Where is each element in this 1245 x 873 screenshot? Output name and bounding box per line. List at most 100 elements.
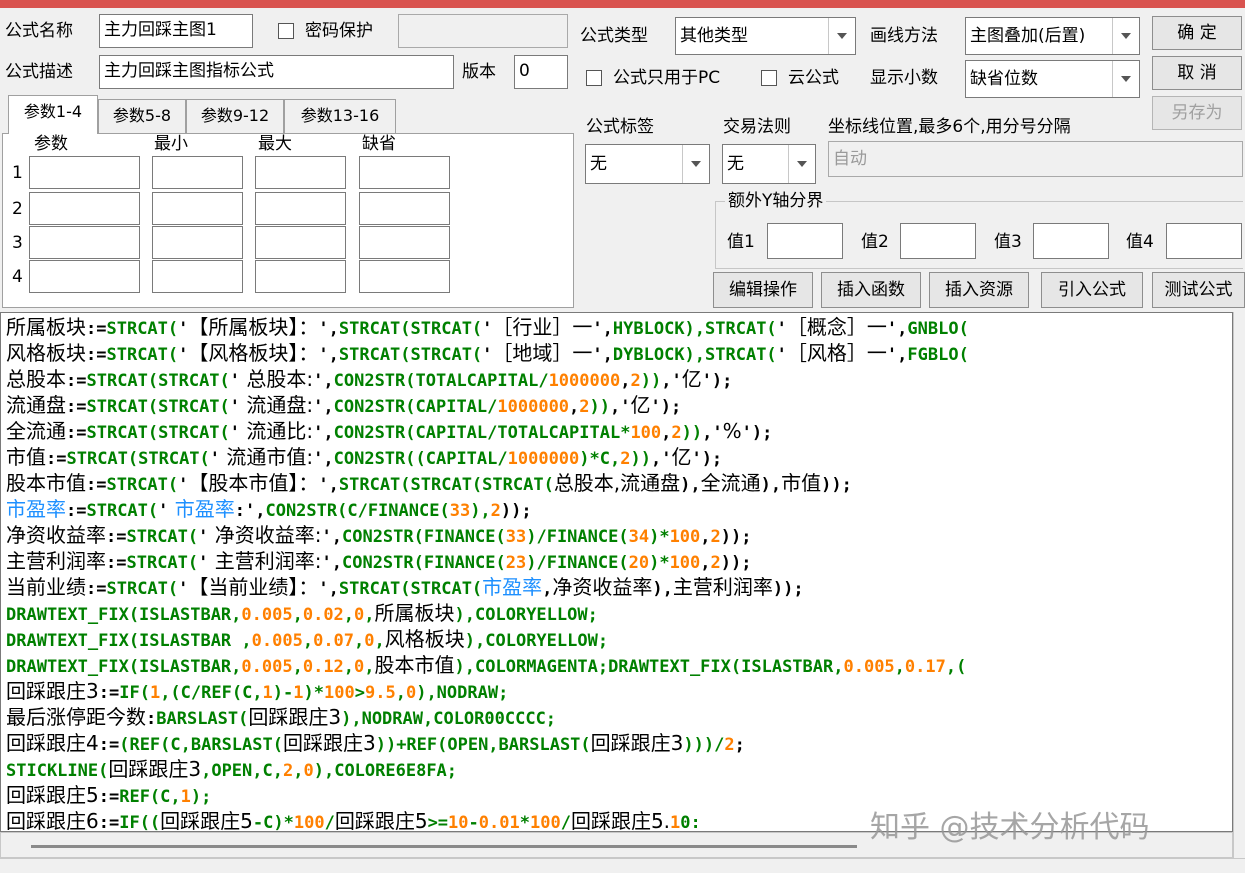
param-2-max[interactable] bbox=[255, 192, 346, 225]
password-input bbox=[398, 14, 568, 48]
formula-desc-input[interactable]: 主力回踩主图指标公式 bbox=[99, 55, 454, 89]
import-formula-button[interactable]: 引入公式 bbox=[1041, 272, 1143, 308]
value-4-input[interactable] bbox=[1166, 223, 1242, 259]
code-token: , bbox=[292, 657, 303, 677]
draw-method-label: 画线方法 bbox=[870, 26, 938, 46]
tab-params-9-12[interactable]: 参数9-12 bbox=[186, 99, 284, 133]
axis-lines-label: 坐标线位置,最多6个,用分号分隔 bbox=[828, 117, 1071, 137]
code-token: 0.02 bbox=[302, 605, 344, 625]
pc-only-checkbox[interactable] bbox=[586, 70, 602, 86]
watermark: 知乎 @技术分析代码 bbox=[870, 810, 1150, 845]
param-2-name[interactable] bbox=[29, 192, 140, 225]
param-1-default[interactable] bbox=[359, 156, 450, 189]
code-token: := bbox=[86, 345, 107, 365]
code-token: := bbox=[46, 449, 67, 469]
value-1-input[interactable] bbox=[767, 223, 843, 259]
cancel-button[interactable]: 取 消 bbox=[1152, 56, 1242, 90]
param-row-number: 2 bbox=[12, 199, 23, 219]
param-4-name[interactable] bbox=[29, 260, 140, 293]
param-3-name[interactable] bbox=[29, 226, 140, 259]
tab-params-13-16[interactable]: 参数13-16 bbox=[284, 99, 396, 133]
version-label: 版本 bbox=[462, 62, 496, 82]
code-token: ' bbox=[482, 319, 493, 339]
edit-ops-button[interactable]: 编辑操作 bbox=[713, 272, 813, 308]
vertical-scrollbar[interactable] bbox=[1233, 312, 1245, 858]
code-token: := bbox=[106, 553, 127, 573]
code-token: 净资收益率 bbox=[552, 575, 653, 599]
save-as-button[interactable]: 另存为 bbox=[1152, 96, 1242, 130]
code-token: 回踩跟庄3 bbox=[248, 705, 342, 729]
draw-method-value: 主图叠加(后置) bbox=[970, 26, 1086, 46]
code-token: '); bbox=[650, 397, 682, 417]
code-token: STRCAT(STRCAT( bbox=[66, 449, 210, 469]
chevron-down-icon[interactable] bbox=[682, 145, 709, 183]
tab-params-1-4[interactable]: 参数1-4 bbox=[8, 95, 98, 134]
value-3-input[interactable] bbox=[1033, 223, 1109, 259]
code-token: := bbox=[98, 787, 120, 807]
code-token: STRCAT( bbox=[126, 527, 199, 547]
param-1-max[interactable] bbox=[255, 156, 346, 189]
code-token: ; bbox=[734, 735, 745, 755]
code-token: STRCAT(STRCAT( bbox=[338, 319, 483, 339]
code-token: CON2STR(C/FINANCE( bbox=[265, 501, 450, 521]
param-2-min[interactable] bbox=[152, 192, 243, 225]
version-input[interactable]: 0 bbox=[514, 55, 568, 89]
tag-select[interactable]: 无 bbox=[585, 144, 710, 184]
trade-rule-select[interactable]: 无 bbox=[722, 144, 816, 184]
code-token: ', bbox=[886, 319, 908, 339]
code-token: 【当前业绩】： bbox=[188, 575, 319, 599]
formula-type-select[interactable]: 其他类型 bbox=[675, 17, 856, 55]
param-1-name[interactable] bbox=[29, 156, 140, 189]
code-token: 0 bbox=[405, 683, 417, 703]
code-token: ' bbox=[158, 501, 169, 521]
extra-y-axis-label: 额外Y轴分界 bbox=[725, 190, 827, 212]
code-token: ,(C/REF(C, bbox=[160, 683, 263, 703]
axis-lines-input[interactable]: 自动 bbox=[828, 141, 1243, 177]
code-line: 总股本:=STRCAT(STRCAT(' 总股本:',CON2STR(TOTAL… bbox=[6, 366, 732, 392]
code-token: :', bbox=[234, 501, 266, 521]
status-strip bbox=[0, 858, 1245, 873]
insert-function-button[interactable]: 插入函数 bbox=[821, 272, 921, 308]
code-token: ', bbox=[313, 423, 334, 443]
param-3-max[interactable] bbox=[255, 226, 346, 259]
test-formula-button[interactable]: 测试公式 bbox=[1152, 272, 1245, 308]
value-2-input[interactable] bbox=[900, 223, 976, 259]
code-token: GNBLO( bbox=[907, 319, 969, 339]
param-3-default[interactable] bbox=[359, 226, 450, 259]
code-token: ),COLORYELLOW; bbox=[454, 605, 598, 625]
draw-method-select[interactable]: 主图叠加(后置) bbox=[965, 17, 1140, 55]
tab-params-5-8[interactable]: 参数5-8 bbox=[98, 99, 186, 133]
param-1-min[interactable] bbox=[152, 156, 243, 189]
code-token: 9.5 bbox=[364, 683, 396, 703]
window-title-strip bbox=[0, 0, 1245, 8]
insert-resource-button[interactable]: 插入资源 bbox=[929, 272, 1029, 308]
code-token: ［概念］一 bbox=[786, 315, 887, 339]
code-token: , bbox=[364, 657, 375, 677]
cloud-formula-checkbox[interactable] bbox=[761, 70, 777, 86]
chevron-down-icon[interactable] bbox=[1112, 18, 1139, 54]
code-token: 0.005 bbox=[241, 605, 293, 625]
param-4-min[interactable] bbox=[152, 260, 243, 293]
ok-button[interactable]: 确 定 bbox=[1152, 16, 1242, 50]
code-token: ', bbox=[886, 345, 908, 365]
code-token: ', bbox=[318, 579, 339, 599]
chevron-down-icon[interactable] bbox=[788, 145, 815, 183]
param-3-min[interactable] bbox=[152, 226, 243, 259]
code-token: 市盈率 bbox=[482, 575, 543, 599]
formula-name-input[interactable]: 主力回踩主图1 bbox=[99, 14, 253, 48]
chevron-down-icon[interactable] bbox=[828, 18, 855, 54]
code-token: ' bbox=[209, 449, 221, 469]
code-token: STRCAT( bbox=[126, 553, 199, 573]
chevron-down-icon[interactable] bbox=[1112, 61, 1139, 97]
code-token: 主营利润率 bbox=[6, 549, 106, 573]
decimals-select[interactable]: 缺省位数 bbox=[965, 60, 1140, 98]
code-token: 100 bbox=[324, 683, 355, 703]
param-4-max[interactable] bbox=[255, 260, 346, 293]
param-2-default[interactable] bbox=[359, 192, 450, 225]
param-4-default[interactable] bbox=[359, 260, 450, 293]
password-checkbox[interactable] bbox=[278, 23, 294, 39]
code-editor[interactable]: 所属板块:=STRCAT('【所属板块】：',STRCAT(STRCAT('［行… bbox=[0, 312, 1233, 832]
scrollbar-thumb[interactable] bbox=[31, 845, 857, 848]
code-token: 回踩跟庄3 bbox=[6, 679, 99, 703]
value-1-label: 值1 bbox=[727, 232, 755, 252]
